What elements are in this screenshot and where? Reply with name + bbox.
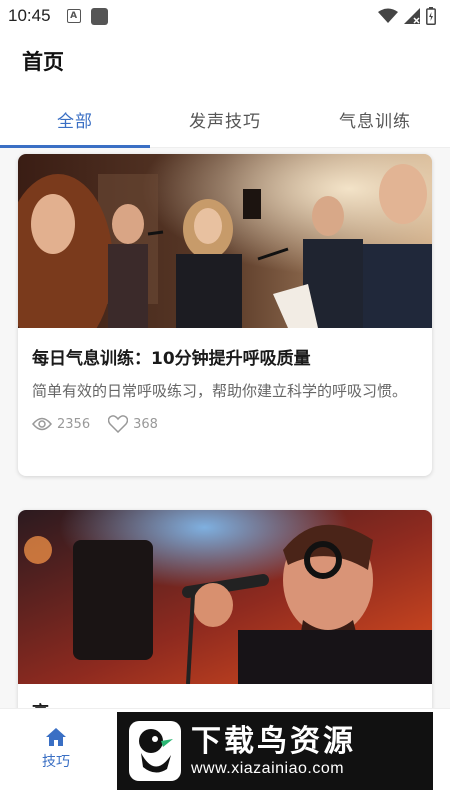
square-icon — [90, 7, 108, 25]
home-icon — [46, 728, 66, 746]
choir-singers-photo — [18, 154, 432, 328]
views-stat: 2356 — [32, 417, 90, 432]
article-description: 简单有效的日常呼吸练习，帮助你建立科学的呼吸习惯。 — [32, 382, 408, 400]
article-feed[interactable]: 每日气息训练：10分钟提升呼吸质量 简单有效的日常呼吸练习，帮助你建立科学的呼吸… — [0, 148, 450, 708]
tab-vocal-techniques[interactable]: 发声技巧 — [150, 92, 300, 147]
watermark-text: 下载鸟资源 www.xiazainiao.com — [191, 724, 356, 778]
views-count: 2356 — [57, 416, 91, 432]
watermark-title: 下载鸟资源 — [191, 724, 356, 759]
signal-icon — [404, 8, 420, 24]
a-icon: A — [66, 9, 81, 23]
status-time: 10:45 — [8, 6, 51, 25]
eye-icon — [32, 417, 52, 431]
tab-all[interactable]: 全部 — [0, 92, 150, 148]
heart-icon — [108, 415, 129, 433]
tab-bar: 全部 发声技巧 气息训练 — [0, 92, 450, 148]
nav-label: 技巧 — [42, 754, 70, 770]
status-bar: 10:45 A — [0, 0, 450, 32]
article-card[interactable]: 每日气息训练：10分钟提升呼吸质量 简单有效的日常呼吸练习，帮助你建立科学的呼吸… — [18, 154, 432, 476]
wifi-icon — [378, 8, 398, 23]
watermark-url: www.xiazainiao.com — [191, 760, 345, 777]
page-title: 首页 — [22, 50, 64, 74]
status-icons — [378, 7, 436, 25]
battery-icon — [426, 7, 436, 25]
nav-item-techniques[interactable]: 技巧 — [28, 727, 84, 771]
likes-stat[interactable]: 368 — [108, 415, 158, 433]
tab-breath-training[interactable]: 气息训练 — [300, 92, 450, 147]
article-card[interactable]: 高... — [18, 510, 432, 708]
watermark-banner: 下载鸟资源 www.xiazainiao.com — [117, 712, 433, 790]
article-title[interactable]: 高... — [32, 698, 432, 708]
bird-logo-icon — [129, 721, 181, 781]
likes-count: 368 — [133, 416, 158, 432]
male-singer-microphone-photo — [18, 510, 432, 684]
article-title[interactable]: 每日气息训练：10分钟提升呼吸质量 — [32, 344, 432, 369]
article-stats: 2356 368 — [32, 415, 432, 433]
